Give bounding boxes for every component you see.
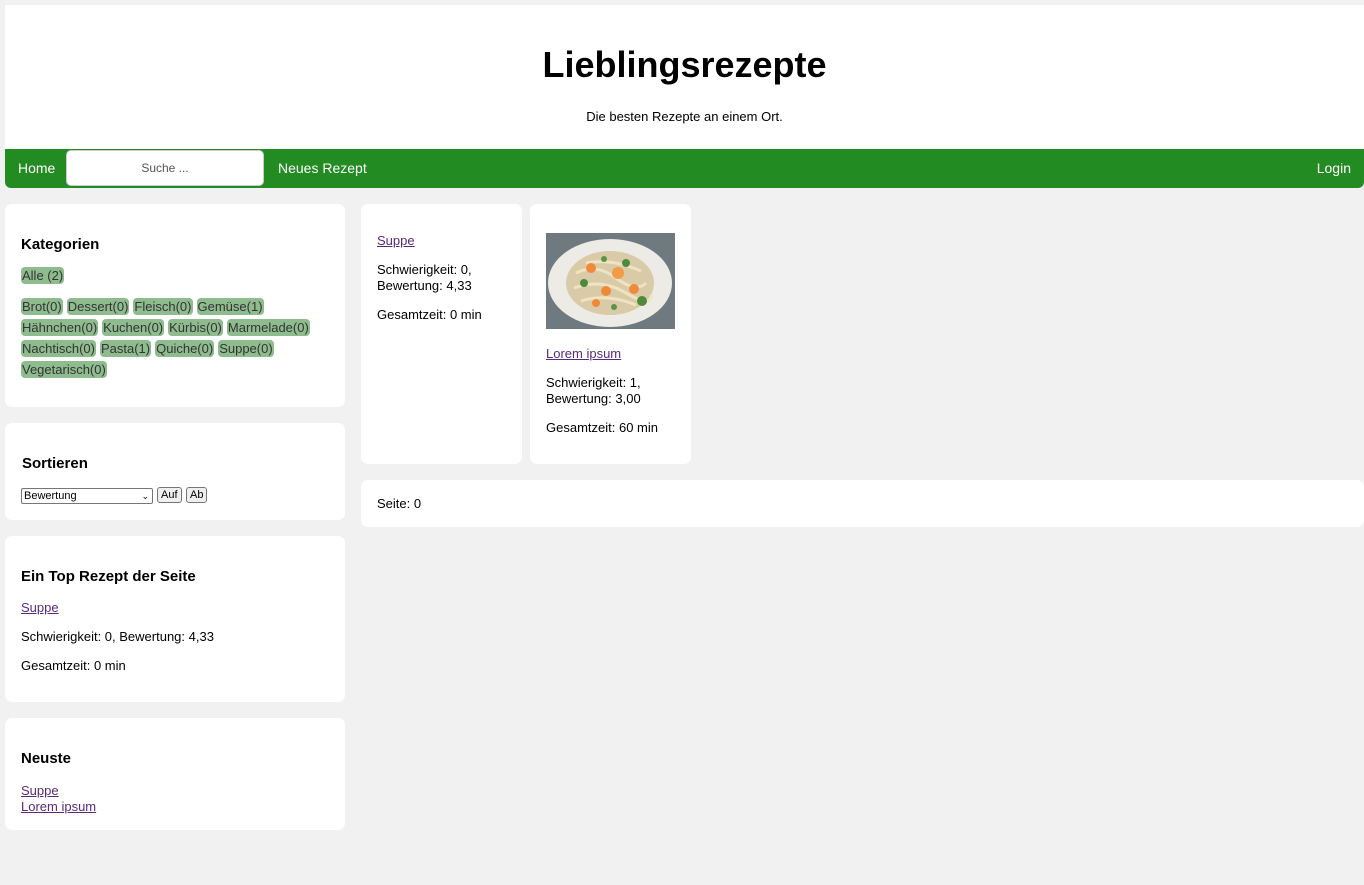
category-tag[interactable]: Gemüse(1): [196, 298, 264, 315]
newest-link[interactable]: Lorem ipsum: [21, 799, 96, 815]
pagination-card: Seite: 0: [361, 480, 1364, 527]
newest-link[interactable]: Suppe: [21, 783, 59, 799]
recipe-card: Lorem ipsum Schwierigkeit: 1, Bewertung:…: [530, 204, 691, 464]
recipe-image[interactable]: [546, 233, 675, 329]
category-tag[interactable]: Fleisch(0): [133, 298, 193, 315]
top-recipe-details: Schwierigkeit: 0, Bewertung: 4,33: [21, 629, 214, 644]
sort-card: Sortieren Bewertung ⌄ Auf Ab: [5, 423, 345, 520]
page-indicator: Seite: 0: [377, 496, 422, 511]
newest-card: Neuste Suppe Lorem ipsum: [5, 718, 345, 830]
site-subtitle: Die besten Rezepte an einem Ort.: [586, 109, 783, 124]
chevron-down-icon: ⌄: [141, 491, 149, 501]
navbar: Home Neues Rezept Login: [5, 149, 1364, 188]
sort-select[interactable]: Bewertung ⌄: [21, 488, 153, 504]
recipe-rating: Bewertung: 4,33: [377, 278, 472, 293]
pasta-dish-photo: [546, 233, 675, 329]
nav-home-link[interactable]: Home: [18, 160, 55, 176]
sort-asc-button[interactable]: Auf: [157, 487, 182, 503]
category-tag[interactable]: Vegetarisch(0): [21, 361, 107, 378]
category-tag[interactable]: Dessert(0): [66, 298, 130, 315]
category-tag[interactable]: Suppe(0): [218, 340, 274, 357]
categories-card: Kategorien Alle (2) Brot(0) Dessert(0) Fle…: [5, 204, 345, 407]
recipe-time: Gesamtzeit: 60 min: [546, 420, 658, 435]
sort-select-value: Bewertung: [24, 490, 77, 502]
site-header: Lieblingsrezepte Die besten Rezepte an e…: [5, 5, 1364, 149]
category-tag[interactable]: Hähnchen(0): [21, 319, 99, 336]
category-tag-all[interactable]: Alle (2): [21, 267, 65, 284]
newest-title: Neuste: [21, 750, 72, 767]
category-tag[interactable]: Kuchen(0): [102, 319, 165, 336]
sort-desc-button[interactable]: Ab: [186, 487, 208, 503]
recipe-card: Suppe Schwierigkeit: 0, Bewertung: 4,33 …: [361, 204, 522, 464]
category-all-row: Alle (2): [21, 267, 68, 285]
category-tag[interactable]: Brot(0): [21, 298, 63, 315]
recipe-difficulty: Schwierigkeit: 1,: [546, 375, 641, 390]
search-input[interactable]: [66, 150, 264, 186]
nav-new-recipe-link[interactable]: Neues Rezept: [278, 160, 367, 176]
top-recipe-link[interactable]: Suppe: [21, 600, 59, 616]
sort-title: Sortieren: [22, 455, 88, 472]
nav-login-link[interactable]: Login: [1317, 160, 1351, 176]
site-title: Lieblingsrezepte: [542, 44, 827, 85]
category-tag[interactable]: Quiche(0): [155, 340, 215, 357]
recipe-link[interactable]: Suppe: [377, 233, 415, 249]
top-recipe-time: Gesamtzeit: 0 min: [21, 658, 126, 673]
category-tag-list: Brot(0) Dessert(0) Fleisch(0) Gemüse(1) Hähn…: [21, 298, 331, 382]
recipe-difficulty: Schwierigkeit: 0,: [377, 262, 472, 277]
category-tag[interactable]: Nachtisch(0): [21, 340, 96, 357]
top-recipe-title: Ein Top Rezept der Seite: [21, 568, 196, 585]
category-tag[interactable]: Kürbis(0): [168, 319, 223, 336]
recipe-link[interactable]: Lorem ipsum: [546, 346, 621, 362]
categories-title: Kategorien: [21, 236, 100, 253]
recipe-rating: Bewertung: 3,00: [546, 391, 641, 406]
top-recipe-card: Ein Top Rezept der Seite Suppe Schwierig…: [5, 536, 345, 702]
recipe-time: Gesamtzeit: 0 min: [377, 307, 482, 322]
category-tag[interactable]: Marmelade(0): [226, 319, 310, 336]
category-tag[interactable]: Pasta(1): [99, 340, 152, 357]
